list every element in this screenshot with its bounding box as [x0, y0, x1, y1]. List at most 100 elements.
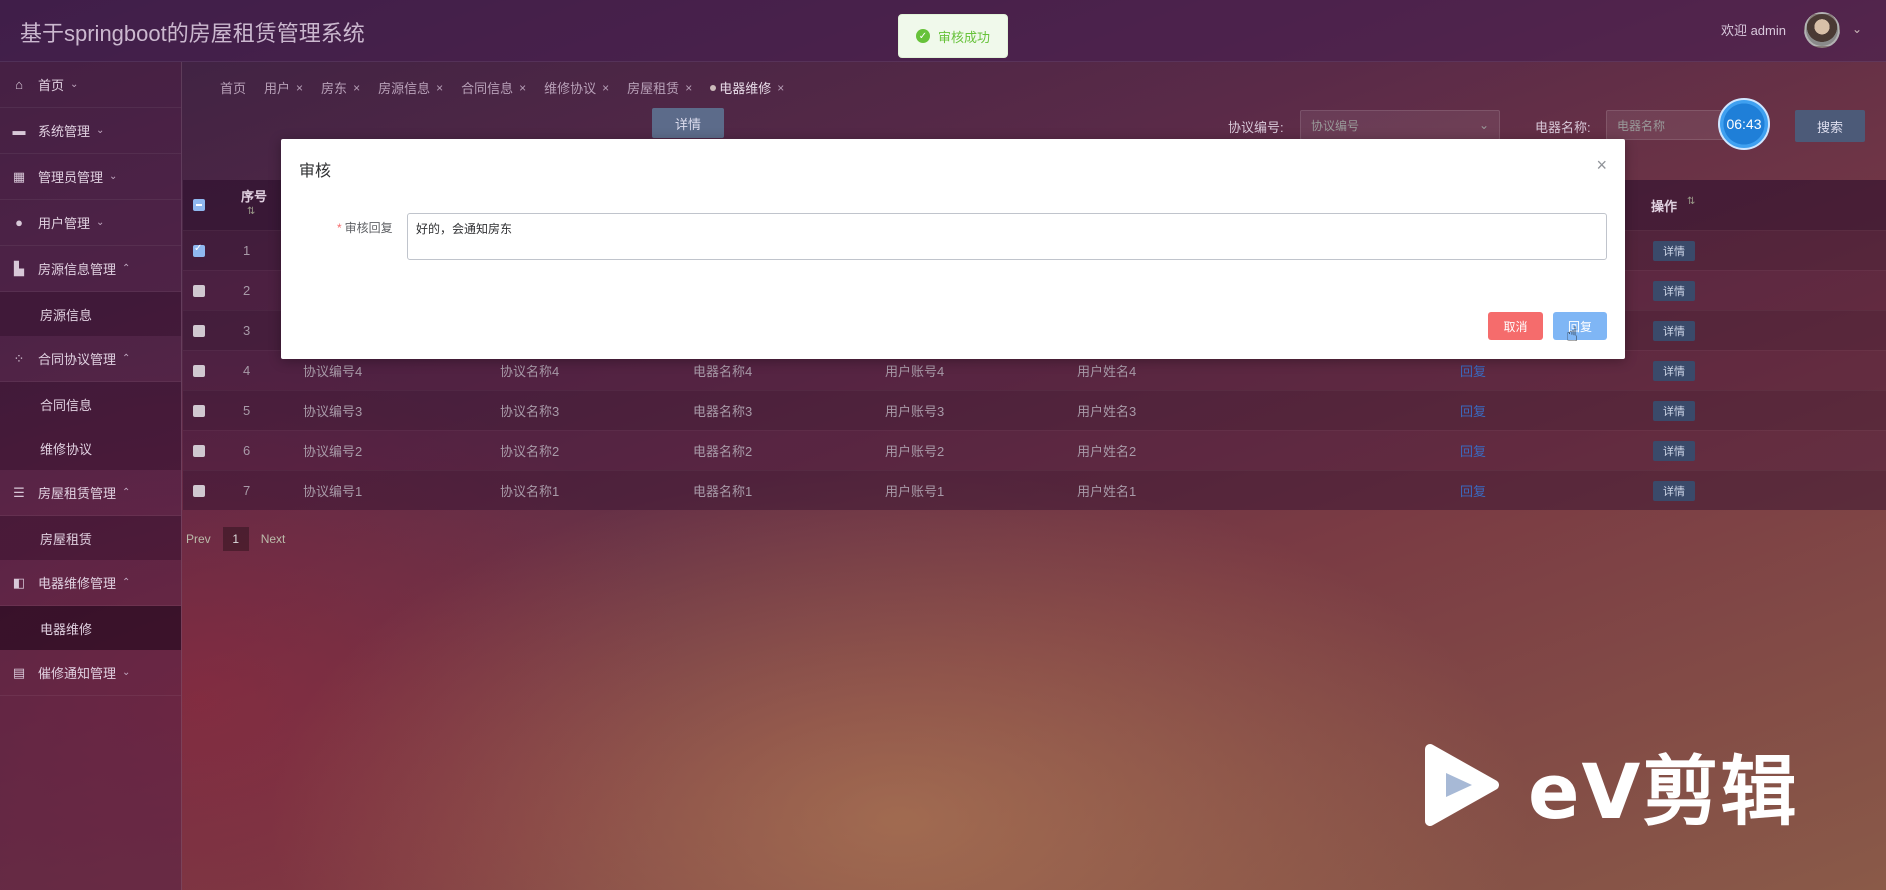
chevron-down-icon: ⌄ [122, 667, 131, 678]
row-agreement-name: 协议名称2 [500, 444, 560, 459]
row-detail-button[interactable]: 详情 [1653, 440, 1695, 461]
chevron-down-icon: ⌄ [96, 217, 105, 228]
row-checkbox[interactable] [193, 444, 205, 457]
close-icon[interactable]: × [436, 81, 443, 95]
tab-appliance-repair[interactable]: 电器维修 × [710, 78, 784, 97]
row-user-account: 用户账号2 [885, 444, 945, 459]
row-appliance-name: 电器名称1 [693, 484, 753, 499]
tab-rental[interactable]: 房屋租赁 × [627, 78, 692, 97]
row-checkbox[interactable] [193, 243, 205, 257]
row-checkbox[interactable] [193, 484, 205, 497]
row-index: 6 [243, 443, 251, 458]
play-logo-icon [1425, 744, 1499, 826]
sidebar-item-admin[interactable]: ▦ 管理员管理 ⌄ [0, 154, 181, 200]
cancel-button[interactable]: 取消 [1488, 312, 1543, 340]
close-icon[interactable]: × [1596, 155, 1607, 176]
page-number-button[interactable]: 1 [222, 527, 249, 551]
table-row[interactable]: 6 协议编号2 协议名称2 电器名称2 用户账号2 用户姓名2 回复 详情 [183, 430, 1886, 470]
row-agreement-no: 协议编号1 [303, 484, 363, 499]
submenu-item-rental[interactable]: 房屋租赁 [0, 516, 181, 560]
row-detail-button[interactable]: 详情 [1653, 320, 1695, 341]
sidebar-item-rental[interactable]: ☰ 房屋租赁管理 ⌃ [0, 470, 181, 516]
tab-contract-info[interactable]: 合同信息 × [461, 78, 526, 97]
sidebar-item-label: 催修通知管理 [38, 666, 117, 681]
sidebar-item-home[interactable]: ⌂ 首页 ⌄ [0, 62, 181, 108]
watermark-text: eV剪辑 [1528, 747, 1799, 836]
avatar[interactable] [1804, 12, 1840, 48]
row-index: 3 [243, 323, 251, 338]
row-checkbox[interactable] [193, 284, 205, 297]
row-checkbox[interactable] [193, 404, 205, 417]
close-icon[interactable]: × [353, 81, 360, 95]
row-appliance-name: 电器名称3 [693, 404, 753, 419]
close-icon[interactable]: × [685, 81, 692, 95]
close-icon[interactable]: × [602, 81, 609, 95]
detail-button[interactable]: 详情 [652, 108, 724, 138]
sidebar-item-system[interactable]: ▬ 系统管理 ⌄ [0, 108, 181, 154]
row-reply-link[interactable]: 回复 [1460, 361, 1486, 380]
tab-repair-agreement[interactable]: 维修协议 × [544, 78, 609, 97]
table-row[interactable]: 7 协议编号1 协议名称1 电器名称1 用户账号1 用户姓名1 回复 详情 [183, 470, 1886, 510]
reply-button[interactable]: 回复 [1553, 312, 1607, 340]
tab-home[interactable]: 首页 [220, 78, 246, 97]
timer-badge: 06:43 [1718, 98, 1770, 150]
close-icon[interactable]: × [296, 81, 303, 95]
sidebar-item-users[interactable]: ● 用户管理 ⌄ [0, 200, 181, 246]
agreement-no-select[interactable]: 协议编号 ⌄ [1300, 110, 1500, 140]
submenu-item-contract-info[interactable]: 合同信息 [0, 382, 181, 426]
sidebar-item-contracts[interactable]: ⁘ 合同协议管理 ⌃ [0, 336, 181, 382]
next-page-button[interactable]: Next [261, 532, 286, 546]
row-user-name: 用户姓名3 [1077, 404, 1137, 419]
sort-icon[interactable]: ⇅ [1687, 196, 1695, 207]
sidebar-item-repair-notice[interactable]: ▤ 催修通知管理 ⌄ [0, 650, 181, 696]
hand-cursor-icon: ☝ [1566, 324, 1579, 346]
watermark: eV剪辑 [1422, 730, 1798, 840]
appliance-name-input[interactable]: 电器名称 [1606, 110, 1726, 140]
prev-page-button[interactable]: Prev [186, 532, 211, 546]
row-detail-button[interactable]: 详情 [1653, 360, 1695, 381]
row-user-account: 用户账号3 [885, 404, 945, 419]
review-reply-label-text: 审核回复 [344, 221, 393, 235]
submenu-item-repair-agreement[interactable]: 维修协议 [0, 426, 181, 470]
row-detail-button[interactable]: 详情 [1653, 280, 1695, 301]
sidebar-item-label: 系统管理 [38, 124, 91, 139]
tab-house-info[interactable]: 房源信息 × [378, 78, 443, 97]
close-icon[interactable]: × [777, 81, 784, 95]
select-all-checkbox[interactable] [193, 199, 205, 211]
row-agreement-no: 协议编号2 [303, 444, 363, 459]
pagination: Prev 1 Next [186, 527, 285, 551]
row-detail-button[interactable]: 详情 [1653, 400, 1695, 421]
submenu-item-house-info[interactable]: 房源信息 [0, 292, 181, 336]
toast-message: 审核成功 [937, 29, 990, 45]
sidebar-item-label: 管理员管理 [38, 170, 104, 185]
row-index: 2 [243, 283, 251, 298]
sidebar-item-house-info[interactable]: ▙ 房源信息管理 ⌃ [0, 246, 181, 292]
row-detail-button[interactable]: 详情 [1653, 480, 1695, 501]
row-checkbox[interactable] [193, 324, 205, 337]
row-reply-link[interactable]: 回复 [1460, 401, 1486, 420]
grid-icon: ▦ [12, 168, 26, 184]
home-icon: ⌂ [15, 77, 23, 92]
sort-icon[interactable]: ⇅ [247, 206, 255, 217]
chevron-down-icon[interactable]: ⌄ [1852, 22, 1862, 36]
sidebar-item-appliance-repair[interactable]: ◧ 电器维修管理 ⌃ [0, 560, 181, 606]
dialog-title: 审核 [299, 163, 332, 180]
review-reply-textarea[interactable]: 好的，会通知房东 [407, 213, 1607, 260]
chevron-down-icon: ⌄ [1478, 118, 1489, 132]
row-detail-button[interactable]: 详情 [1653, 240, 1695, 261]
close-icon[interactable]: × [519, 81, 526, 95]
row-checkbox[interactable] [193, 364, 205, 377]
submenu-item-appliance-repair[interactable]: 电器维修 [0, 606, 181, 650]
row-appliance-name: 电器名称4 [693, 364, 753, 379]
tab-label: 用户 [264, 81, 291, 96]
search-button[interactable]: 搜索 [1795, 110, 1865, 142]
row-reply-link[interactable]: 回复 [1460, 441, 1486, 460]
apps-icon: ⁘ [13, 350, 25, 366]
row-user-name: 用户姓名4 [1077, 364, 1137, 379]
row-reply-link[interactable]: 回复 [1460, 481, 1486, 500]
tab-label: 房东 [321, 81, 348, 96]
sidebar: ⌂ 首页 ⌄ ▬ 系统管理 ⌄ ▦ 管理员管理 ⌄ ● 用户管理 ⌄ ▙ 房源信… [0, 62, 182, 890]
tab-users[interactable]: 用户 × [264, 78, 303, 97]
table-row[interactable]: 5 协议编号3 协议名称3 电器名称3 用户账号3 用户姓名3 回复 详情 [183, 390, 1886, 430]
tab-landlord[interactable]: 房东 × [321, 78, 360, 97]
